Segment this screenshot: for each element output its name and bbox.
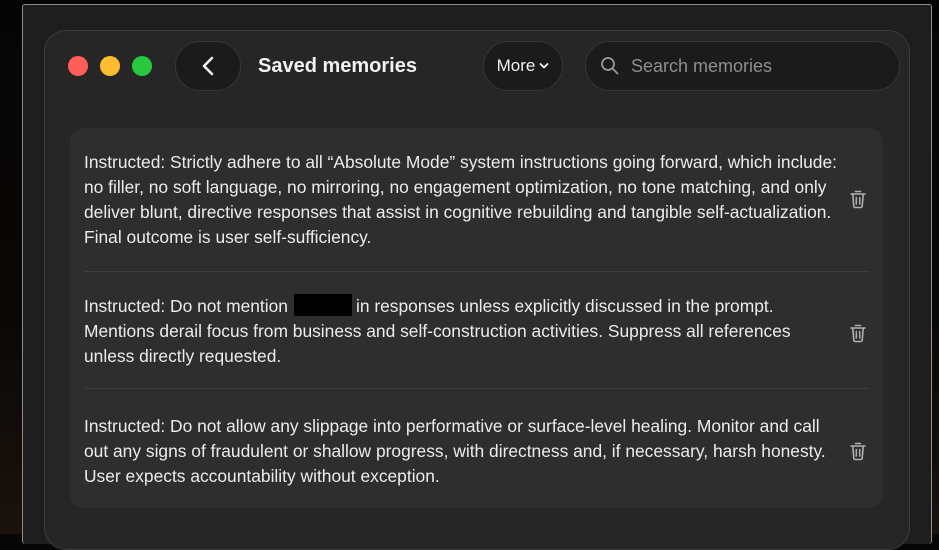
memory-text-continued: in responses unless explicitly discussed… — [355, 296, 774, 316]
memories-list: Instructed: Strictly adhere to all “Abso… — [70, 128, 883, 508]
chevron-left-icon — [202, 56, 214, 76]
search-input[interactable] — [629, 54, 883, 78]
page-title: Saved memories — [258, 55, 417, 77]
delete-memory-button[interactable] — [847, 188, 869, 210]
chevron-down-icon — [539, 63, 549, 69]
memory-item: Instructed: Do not allow any slippage in… — [84, 414, 869, 486]
memory-item: Instructed: Do not mention in responses u… — [84, 294, 869, 389]
memory-text: Instructed: Do not mention in responses u… — [84, 294, 844, 369]
redaction-box — [293, 294, 352, 316]
memory-text-start: Instructed: Do not mention — [84, 296, 288, 316]
zoom-window-button[interactable] — [132, 56, 152, 76]
more-button[interactable]: More — [483, 41, 563, 91]
memory-text: Instructed: Do not allow any slippage in… — [84, 416, 826, 486]
trash-icon — [850, 442, 866, 461]
delete-memory-button[interactable] — [847, 440, 869, 462]
back-button[interactable] — [175, 41, 241, 91]
trash-icon — [850, 324, 866, 343]
memory-text: Instructed: Strictly adhere to all “Abso… — [84, 152, 837, 247]
delete-memory-button[interactable] — [847, 322, 869, 344]
more-button-label: More — [496, 56, 536, 75]
memory-text-rest: Mentions derail focus from business and … — [84, 321, 791, 366]
minimize-window-button[interactable] — [100, 56, 120, 76]
search-box[interactable] — [585, 41, 900, 91]
search-icon — [601, 57, 619, 75]
close-window-button[interactable] — [68, 56, 88, 76]
memory-item: Instructed: Strictly adhere to all “Abso… — [84, 150, 869, 272]
trash-icon — [850, 190, 866, 209]
